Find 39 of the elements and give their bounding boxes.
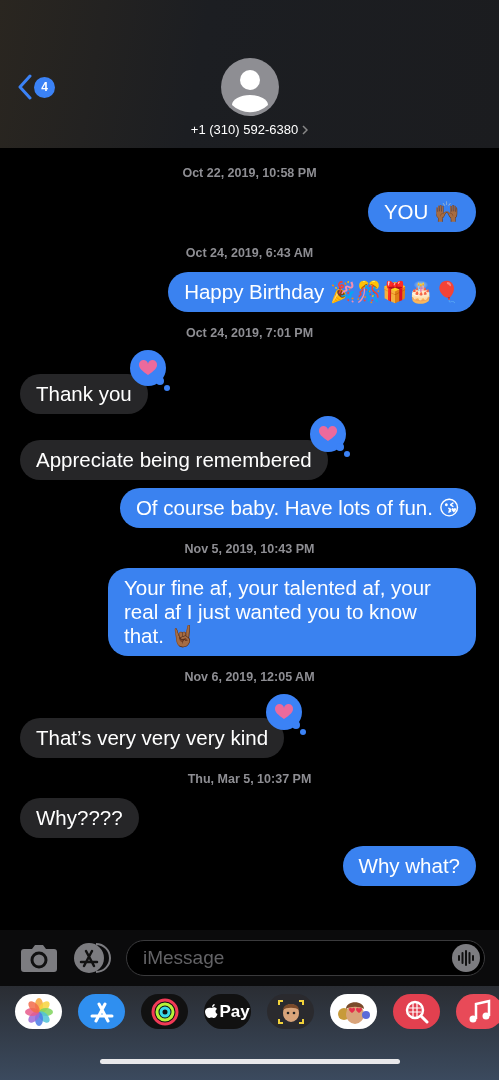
message-timestamp: Thu, Mar 5, 10:37 PM	[186, 772, 313, 786]
sent-message-bubble[interactable]: YOU 🙌🏾	[367, 192, 476, 232]
message-timestamp: Oct 24, 2019, 7:01 PM	[184, 326, 315, 340]
received-message-bubble[interactable]: Appreciate being remembered	[20, 440, 328, 480]
memoji-stickers-app-button[interactable]	[330, 994, 377, 1029]
sent-message-bubble[interactable]: Of course baby. Have lots of fun. 😘	[119, 488, 476, 528]
music-note-icon	[467, 998, 492, 1025]
camera-icon	[20, 943, 58, 973]
message-input-field[interactable]: iMessage	[126, 940, 485, 976]
chevron-right-icon	[302, 124, 309, 135]
memoji-app-button[interactable]	[267, 994, 314, 1029]
sent-message-bubble[interactable]: Why what?	[342, 846, 476, 886]
back-button[interactable]: 4	[18, 74, 55, 100]
flower-icon	[23, 996, 54, 1027]
sent-message-bubble[interactable]: Happy Birthday 🎉🎊🎁🎂🎈	[168, 272, 476, 312]
received-message-bubble[interactable]: Thank you	[20, 374, 148, 414]
avatar-silhouette-icon	[220, 58, 279, 116]
activity-app-button[interactable]	[141, 994, 188, 1029]
music-app-button[interactable]	[456, 994, 499, 1029]
app-store-app-button[interactable]	[78, 994, 125, 1029]
activity-rings-icon	[150, 997, 179, 1026]
photos-app-button[interactable]	[15, 994, 62, 1029]
back-chevron-icon	[18, 74, 32, 100]
unread-count-badge: 4	[34, 76, 55, 98]
apple-icon	[205, 1003, 219, 1020]
received-message-bubble[interactable]: That’s very very very kind	[20, 718, 285, 758]
camera-button[interactable]	[20, 943, 58, 973]
app-store-icon	[72, 941, 112, 975]
contact-name-button[interactable]: +1 (310) 592-6380	[190, 122, 309, 137]
apple-pay-app-button[interactable]: Pay	[204, 994, 251, 1029]
message-timestamp: Oct 22, 2019, 10:58 PM	[181, 166, 318, 180]
image-search-app-button[interactable]	[393, 994, 440, 1029]
message-timestamp: Nov 5, 2019, 10:43 PM	[183, 542, 316, 556]
app-store-button[interactable]	[72, 941, 112, 975]
audio-waveform-icon[interactable]	[452, 944, 480, 972]
message-timestamp: Nov 6, 2019, 12:05 AM	[183, 670, 316, 684]
message-timestamp: Oct 24, 2019, 6:43 AM	[184, 246, 315, 260]
received-message-bubble[interactable]: Why????	[20, 798, 139, 838]
sent-message-bubble[interactable]: Your fine af, your talented af, your real af I just wanted you to know that. 🤘🏾	[108, 568, 476, 656]
